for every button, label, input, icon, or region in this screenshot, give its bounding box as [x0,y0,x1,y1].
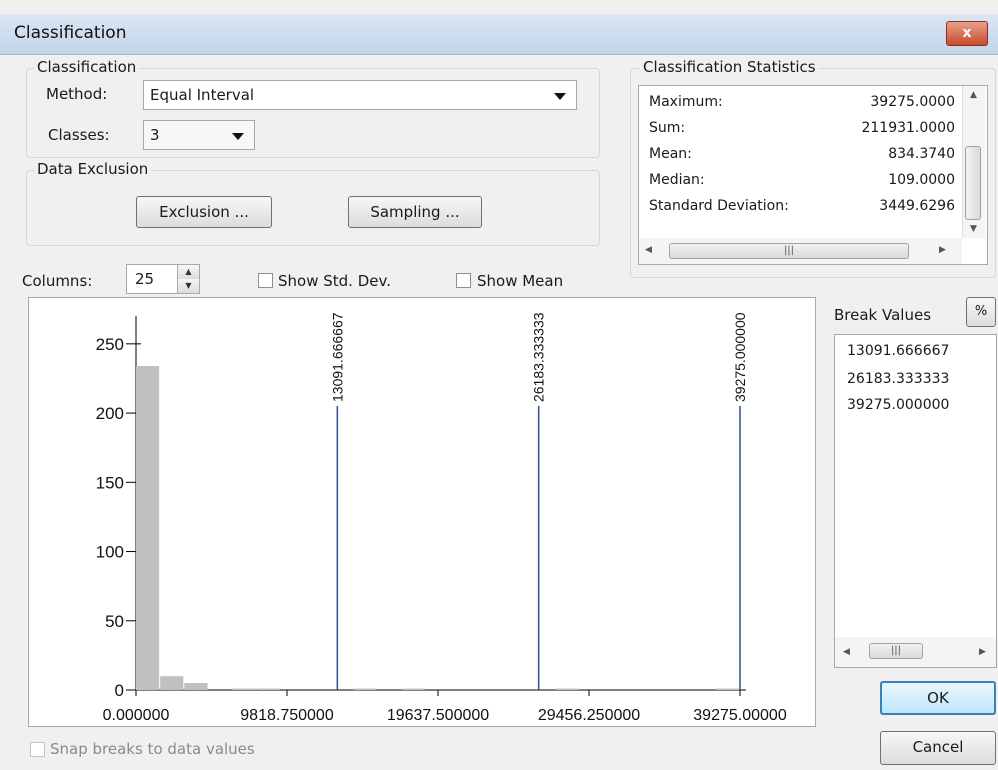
scroll-up-icon[interactable]: ▲ [970,90,977,100]
scroll-thumb[interactable]: ||| [869,643,923,659]
scroll-right-icon[interactable]: ▶ [939,245,946,255]
x-tick-label: 19637.500000 [387,707,489,724]
stat-value: 109.0000 [888,172,955,188]
columns-spinner[interactable]: 25 ▲ ▼ [126,264,200,294]
x-tick-label: 29456.250000 [538,707,640,724]
stat-label: Standard Deviation: [649,198,789,214]
scroll-thumb[interactable]: ||| [669,243,909,259]
classes-label: Classes: [48,126,110,144]
break-line-label: 39275.000000 [732,312,748,402]
scroll-left-icon[interactable]: ◀ [843,647,850,657]
histogram-bar [401,688,425,690]
stat-row: Sum: 211931.0000 [649,120,955,146]
statistics-list: Maximum: 39275.0000 Sum: 211931.0000 Mean:… [638,85,988,265]
columns-label: Columns: [22,272,93,290]
histogram-panel[interactable]: 0 50 100 150 200 250 0.000000 9818.750000 19637.… [28,297,816,727]
spin-down-button[interactable]: ▼ [177,279,199,293]
scroll-thumb[interactable] [965,146,981,220]
percent-button[interactable]: % [966,297,996,327]
stat-value: 3449.6296 [879,198,955,214]
scroll-right-icon[interactable]: ▶ [979,647,986,657]
scroll-left-icon[interactable]: ◀ [645,245,652,255]
window-title: Classification [14,23,127,43]
break-line-label: 13091.666667 [329,312,345,402]
histogram-chart[interactable]: 0 50 100 150 200 250 0.000000 9818.750000 19637.… [29,298,815,726]
y-tick-label: 200 [96,404,124,423]
spin-up-button[interactable]: ▲ [177,265,199,279]
snap-breaks-checkbox[interactable] [30,742,45,757]
stat-value: 39275.0000 [870,94,955,110]
title-bar: Classification x [0,14,998,55]
break-value-item[interactable]: 26183.333333 [847,371,949,387]
show-std-dev-checkbox[interactable] [258,273,273,288]
break-values-list[interactable]: 13091.666667 26183.333333 39275.000000 ◀… [834,334,997,668]
x-tick-label: 0.000000 [103,707,170,724]
histogram-bar [256,688,280,690]
histogram-bar [555,688,579,690]
x-tick-label: 39275.00000 [693,707,787,724]
stat-row: Median: 109.0000 [649,172,955,198]
stat-row: Mean: 834.3740 [649,146,955,172]
method-value: Equal Interval [150,86,255,104]
snap-breaks-label: Snap breaks to data values [50,740,255,758]
histogram-bar [353,688,377,690]
histogram-bar [136,366,160,690]
method-label: Method: [46,85,108,103]
stat-row: Maximum: 39275.0000 [649,94,955,120]
stat-label: Maximum: [649,94,723,110]
exclusion-button[interactable]: Exclusion ... [136,196,272,228]
y-tick-label: 0 [115,681,124,700]
classification-group-label: Classification [34,58,140,76]
stat-label: Median: [649,172,705,188]
sampling-button[interactable]: Sampling ... [348,196,482,228]
histogram-bar [160,676,184,690]
classification-dialog: Classification x Classification Method: … [0,0,998,770]
classes-dropdown[interactable]: 3 [143,120,255,150]
show-mean-label: Show Mean [477,272,564,290]
chevron-down-icon [554,93,566,100]
classes-value: 3 [150,126,160,144]
y-tick-label: 250 [96,335,124,354]
stats-horizontal-scrollbar[interactable]: ◀ ||| ▶ [639,238,962,264]
data-exclusion-group [26,170,600,246]
histogram-bar [232,688,256,690]
stat-value: 834.3740 [888,146,955,162]
break-value-item[interactable]: 13091.666667 [847,343,949,359]
stat-value: 211931.0000 [861,120,955,136]
show-mean-checkbox[interactable] [456,273,471,288]
stats-vertical-scrollbar[interactable]: ▲ ▼ [962,86,985,238]
break-values-title: Break Values [834,306,932,324]
stat-label: Mean: [649,146,692,162]
columns-value: 25 [135,270,155,288]
show-std-dev-label: Show Std. Dev. [278,272,391,290]
statistics-title: Classification Statistics [640,58,819,76]
histogram-bar [715,688,740,690]
chevron-down-icon [232,133,244,140]
y-tick-label: 50 [105,612,124,631]
ok-button[interactable]: OK [880,681,996,715]
data-exclusion-label: Data Exclusion [34,160,152,178]
break-line-label: 26183.333333 [531,312,547,402]
histogram-bar [184,683,208,690]
break-value-item[interactable]: 39275.000000 [847,397,949,413]
stat-label: Sum: [649,120,686,136]
scroll-down-icon[interactable]: ▼ [970,224,977,234]
close-button[interactable]: x [946,21,988,46]
cancel-button[interactable]: Cancel [880,731,996,765]
y-tick-label: 150 [96,473,124,492]
y-tick-label: 100 [96,543,124,562]
stat-row: Standard Deviation: 3449.6296 [649,198,955,224]
x-tick-label: 9818.750000 [240,707,334,724]
break-values-scrollbar[interactable]: ◀ ||| ▶ [835,637,996,667]
method-dropdown[interactable]: Equal Interval [143,80,577,110]
